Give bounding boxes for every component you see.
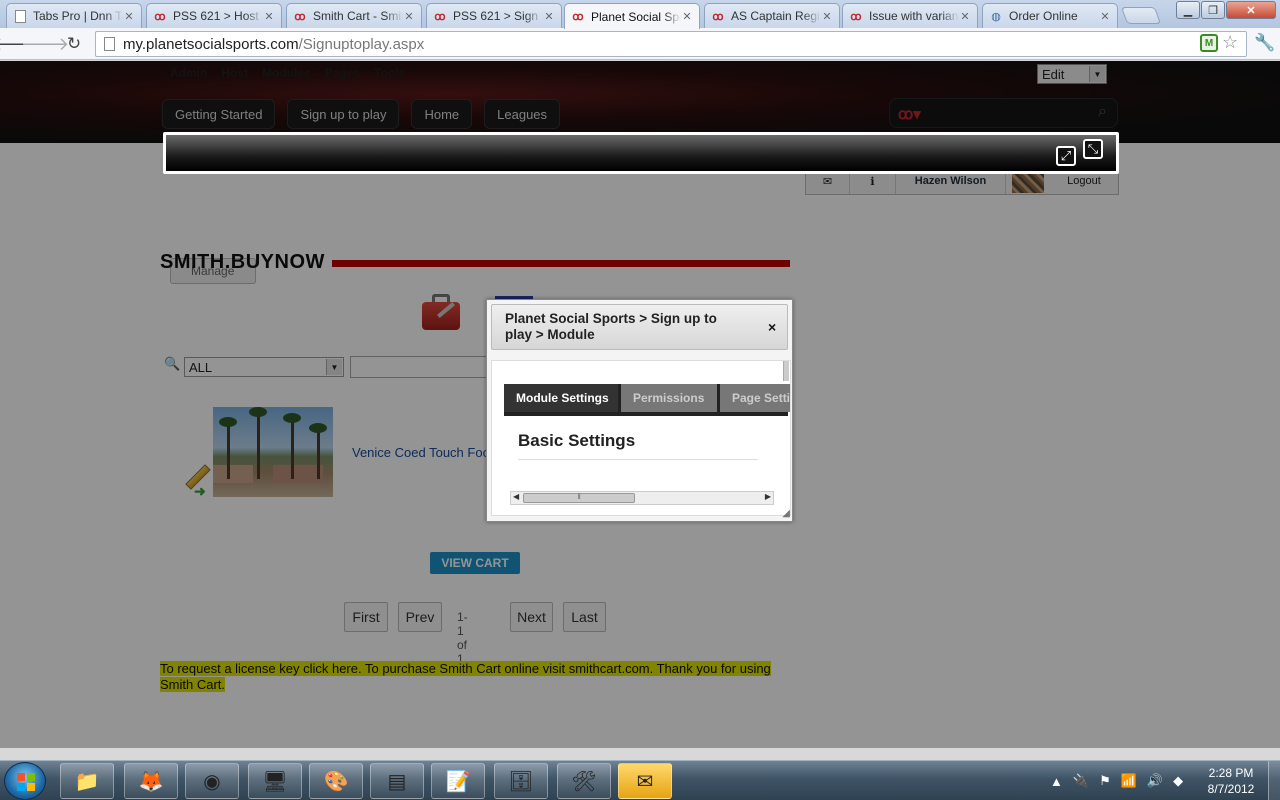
tab-title: Planet Social Sports [591, 9, 681, 24]
page-icon [15, 9, 26, 23]
pss-logo-icon: ꝏ [434, 10, 446, 23]
tab-title: Order Online [1009, 9, 1078, 23]
dialog-body: Module Settings Permissions Page Setting… [491, 360, 791, 516]
tab-title: Issue with variants [869, 9, 959, 23]
power-icon[interactable]: 🔌 [1073, 773, 1089, 789]
pss-logo-icon: ꝏ [572, 11, 584, 23]
module-settings-dialog: Planet Social Sports > Sign up to play >… [486, 299, 793, 522]
tab-permissions[interactable]: Permissions [621, 384, 717, 412]
maximize-window-button[interactable]: ❐ [1201, 1, 1225, 19]
tab-title: PSS 621 > Sign Up [453, 9, 543, 23]
outlook-icon[interactable]: ✉ [618, 763, 672, 799]
clock-date: 8/7/2012 [1207, 782, 1255, 796]
popup-toolbar: ⤢ ⤡ [163, 132, 1119, 174]
chrome-icon[interactable]: ◉ [185, 763, 239, 799]
section-heading: Basic Settings [518, 431, 636, 450]
close-icon[interactable]: ✕ [403, 10, 415, 23]
reload-icon[interactable]: ↻ [62, 32, 86, 56]
browser-toolbar: 🡐 🡒 ↻ my.planetsocialsports.com/Signupto… [0, 28, 1280, 60]
flag-icon[interactable]: ⚑ [1099, 773, 1111, 789]
dialog-tabs: Module Settings Permissions Page Setting… [504, 384, 790, 416]
resize-handle-icon[interactable]: ◢ [782, 508, 790, 519]
show-hidden-icons-icon[interactable]: ▲ [1050, 774, 1063, 789]
maximize-icon[interactable]: ⤢ [1056, 146, 1076, 166]
close-icon[interactable]: ✕ [263, 10, 275, 23]
notepad-icon[interactable]: 📝 [431, 763, 485, 799]
show-desktop-button[interactable] [1268, 761, 1280, 800]
close-icon[interactable]: ✕ [959, 10, 971, 23]
firefox-icon[interactable]: 🦊 [124, 763, 178, 799]
pss-logo-icon: ꝏ [294, 10, 306, 23]
section-divider [518, 459, 758, 460]
scrollbar-thumb[interactable]: ⦀ [523, 493, 635, 503]
restore-icon[interactable]: ⤡ [1083, 139, 1103, 159]
network-icon[interactable]: 📶 [1121, 773, 1137, 789]
close-icon[interactable]: ✕ [123, 10, 135, 23]
browser-tab[interactable]: ꝏ Smith Cart - Smith ✕ [286, 3, 422, 28]
clock[interactable]: 2:28 PM 8/7/2012 [1198, 765, 1264, 797]
dialog-title: Planet Social Sports > Sign up to play >… [491, 304, 788, 350]
browser-tab[interactable]: ꝏ AS Captain Registration ✕ [704, 3, 840, 28]
start-button[interactable] [4, 762, 46, 800]
remote-desktop-icon[interactable]: 🖥 [248, 763, 302, 799]
vertical-scrollbar[interactable] [783, 361, 789, 381]
wrench-menu-icon[interactable]: 🔧 [1254, 33, 1275, 53]
system-tray: ▲ 🔌 ⚑ 📶 🔊 ◆ [1050, 765, 1183, 797]
tab-title: AS Captain Registration [731, 9, 821, 23]
dropbox-icon[interactable]: ◆ [1173, 773, 1183, 789]
tab-title: Tabs Pro | Dnn Tabs [33, 9, 123, 23]
close-icon[interactable]: ✕ [1099, 10, 1111, 23]
volume-icon[interactable]: 🔊 [1147, 773, 1163, 789]
pss-logo-icon: ꝏ [154, 10, 166, 23]
url-host: my.planetsocialsports.com [123, 35, 299, 53]
forward-arrow-icon[interactable]: 🡒 [21, 32, 69, 56]
url-path: /Signuptoplay.aspx [298, 35, 425, 53]
minimize-window-button[interactable]: ▁ [1176, 1, 1200, 19]
new-tab-button[interactable] [1120, 7, 1162, 24]
close-icon[interactable]: ✕ [543, 10, 555, 23]
address-bar[interactable]: my.planetsocialsports.com/Signuptoplay.a… [95, 31, 1247, 57]
tools-icon[interactable]: 🛠 [557, 763, 611, 799]
tab-module-settings[interactable]: Module Settings [504, 384, 618, 412]
windows-taskbar: 📁 🦊 ◉ 🖥 🎨 ▤ 📝 🗄 🛠 ✉ ▲ 🔌 ⚑ 📶 🔊 ◆ 2:28 PM … [0, 760, 1280, 800]
horizontal-scrollbar[interactable]: ◀ ⦀ ▶ [510, 491, 774, 505]
browser-tab[interactable]: ꝏ PSS 621 > Host > Extensions ✕ [146, 3, 282, 28]
close-window-button[interactable]: ✕ [1226, 1, 1276, 19]
tab-title: Smith Cart - Smith [313, 9, 403, 23]
browser-tab-active[interactable]: ꝏ Planet Social Sports ✕ [564, 3, 700, 29]
close-icon[interactable]: × [768, 319, 776, 335]
explorer-icon[interactable]: 📁 [60, 763, 114, 799]
scroll-right-icon[interactable]: ▶ [765, 492, 771, 501]
terminal-icon[interactable]: ▤ [370, 763, 424, 799]
bookmark-star-icon[interactable]: ☆ [1222, 32, 1238, 53]
close-icon[interactable]: ✕ [821, 10, 833, 23]
extension-shield-icon[interactable]: M [1200, 34, 1218, 52]
browser-tab[interactable]: Tabs Pro | Dnn Tabs ✕ [6, 3, 142, 28]
browser-tab[interactable]: ꝏ PSS 621 > Sign Up ✕ [426, 3, 562, 28]
database-icon[interactable]: 🗄 [494, 763, 548, 799]
pss-logo-icon: ꝏ [712, 10, 724, 23]
clock-time: 2:28 PM [1208, 766, 1254, 780]
browser-tab[interactable]: ꝏ Issue with variants ✕ [842, 3, 978, 28]
scroll-left-icon[interactable]: ◀ [513, 492, 519, 501]
pss-logo-icon: ꝏ [850, 10, 862, 23]
paint-icon[interactable]: 🎨 [309, 763, 363, 799]
page-icon [104, 37, 115, 51]
globe-icon: ◍ [991, 10, 1001, 23]
close-icon[interactable]: ✕ [681, 10, 693, 23]
browser-tab-strip: Tabs Pro | Dnn Tabs ✕ ꝏ PSS 621 > Host >… [0, 0, 1280, 29]
tab-page-settings[interactable]: Page Settings [720, 384, 790, 412]
browser-tab[interactable]: ◍ Order Online ✕ [982, 3, 1118, 28]
tab-title: PSS 621 > Host > Extensions [173, 9, 263, 23]
